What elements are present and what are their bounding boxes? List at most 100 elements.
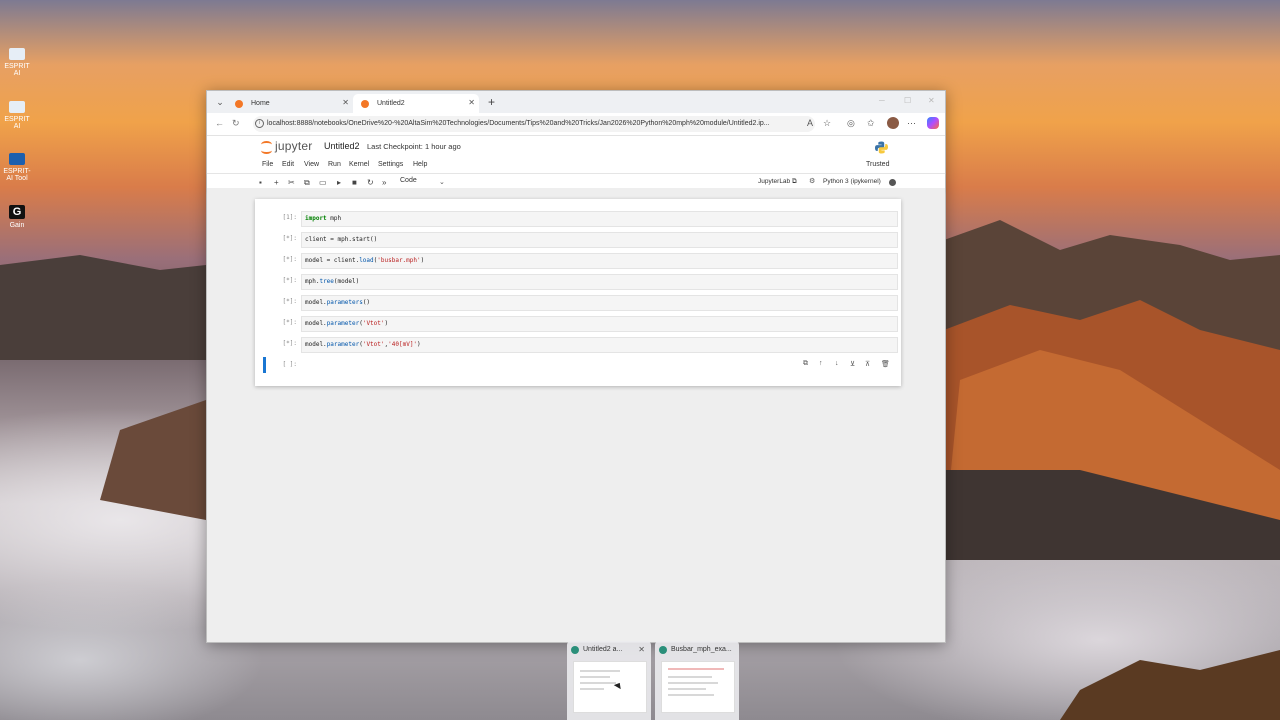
profile-avatar[interactable] <box>887 117 899 129</box>
more-menu-icon[interactable]: ⋯ <box>907 118 916 129</box>
app-icon <box>9 48 25 60</box>
string-literal: 'busbar.mph' <box>377 257 421 264</box>
site-info-icon[interactable]: i <box>255 119 264 128</box>
menu-settings[interactable]: Settings <box>378 161 403 168</box>
jupyter-menubar: File Edit View Run Kernel Settings Help … <box>207 158 945 174</box>
insert-cell-icon[interactable]: + <box>274 177 279 188</box>
new-tab-button[interactable]: + <box>488 95 495 109</box>
restart-run-all-icon[interactable]: » <box>382 177 386 188</box>
cell-editor[interactable]: model.parameter('Vtot') <box>301 316 898 332</box>
taskbar-preview-untitled2[interactable]: Untitled2 a... ✕ <box>567 641 651 720</box>
kernel-settings-icon[interactable]: ⚙ <box>809 177 815 185</box>
kernel-busy-indicator-icon <box>889 179 896 186</box>
menu-edit[interactable]: Edit <box>282 161 294 168</box>
code-cell[interactable]: [*]: model = client.load('busbar.mph') <box>255 252 901 269</box>
code-cell[interactable]: [*]: mph.tree(model) <box>255 273 901 290</box>
cell-editor[interactable]: client = mph.start() <box>301 232 898 248</box>
duplicate-cell-icon[interactable]: ⧉ <box>803 360 808 368</box>
method-name: parameters <box>326 299 363 306</box>
insert-above-icon[interactable]: ⊻ <box>850 360 855 368</box>
jupyter-brand[interactable]: jupyter <box>275 139 312 153</box>
close-tab-icon[interactable]: ✕ <box>468 98 475 107</box>
code-cell[interactable]: [*]: model.parameter('Vtot','40[mV]') <box>255 336 901 353</box>
close-tab-icon[interactable]: ✕ <box>342 98 349 107</box>
favorites-icon[interactable]: ✩ <box>867 118 875 129</box>
close-preview-icon[interactable]: ✕ <box>638 645 645 654</box>
maximize-icon[interactable]: ☐ <box>904 96 911 105</box>
keyword: import <box>305 215 327 222</box>
tab-untitled2[interactable]: Untitled2 ✕ <box>353 94 479 113</box>
cut-icon[interactable]: ✂ <box>288 177 295 188</box>
refresh-icon[interactable]: ↻ <box>232 118 240 129</box>
run-icon[interactable]: ▸ <box>337 177 341 188</box>
method-name: parameter <box>326 341 360 348</box>
thumbnail-line <box>668 688 706 690</box>
desktop-icon-2[interactable]: ESPRIT AI <box>2 101 32 130</box>
read-aloud-icon[interactable]: A <box>807 118 813 128</box>
cell-editor[interactable]: import mph <box>301 211 898 227</box>
active-code-cell[interactable]: [ ]: ⧉ ↑ ↓ ⊻ ⊼ 🗑 <box>255 357 901 374</box>
trusted-indicator[interactable]: Trusted <box>866 161 889 168</box>
menu-view[interactable]: View <box>304 161 319 168</box>
active-cell-indicator <box>263 357 266 373</box>
tab-home[interactable]: Home ✕ <box>227 94 353 113</box>
tab-bar: ⌄ Home ✕ Untitled2 ✕ + ─ ☐ ✕ <box>207 91 945 113</box>
method-name: load <box>359 257 374 264</box>
code-cell[interactable]: [*]: model.parameter('Vtot') <box>255 315 901 332</box>
tab-actions-chevron-icon[interactable]: ⌄ <box>213 95 227 109</box>
desktop-icon-1[interactable]: ESPRIT AI <box>2 48 32 77</box>
code-cell[interactable]: [1]: import mph <box>255 210 901 227</box>
interrupt-icon[interactable]: ■ <box>352 177 357 188</box>
cell-editor[interactable] <box>301 358 898 374</box>
tab-label: Home <box>251 100 270 107</box>
string-literal: '40[mV]' <box>388 341 418 348</box>
copilot-icon[interactable] <box>927 117 939 129</box>
edge-icon <box>571 646 579 654</box>
thumbnail-line <box>580 682 616 684</box>
cell-type-select[interactable]: Code <box>400 177 417 184</box>
cell-editor[interactable]: model.parameter('Vtot','40[mV]') <box>301 337 898 353</box>
copy-icon[interactable]: ⧉ <box>304 177 310 188</box>
cell-editor[interactable]: model = client.load('busbar.mph') <box>301 253 898 269</box>
minimize-icon[interactable]: ─ <box>879 96 885 105</box>
desktop-icon-label: ESPRIT-AI Tool <box>3 168 31 182</box>
save-icon[interactable]: ▪ <box>259 177 262 188</box>
move-up-icon[interactable]: ↑ <box>819 360 823 367</box>
tab-label: Untitled2 <box>377 100 405 107</box>
edge-icon <box>659 646 667 654</box>
delete-cell-icon[interactable]: 🗑 <box>881 360 890 368</box>
close-window-icon[interactable]: ✕ <box>928 96 935 105</box>
cell-editor[interactable]: model.parameters() <box>301 295 898 311</box>
desktop-icon-3[interactable]: ESPRIT-AI Tool <box>2 153 32 182</box>
taskbar-preview-busbar[interactable]: Busbar_mph_exa... <box>655 641 739 720</box>
cell-prompt: [*]: <box>282 340 297 347</box>
menu-help[interactable]: Help <box>413 161 427 168</box>
cell-editor[interactable]: mph.tree(model) <box>301 274 898 290</box>
extension-icon[interactable]: ◎ <box>847 118 855 129</box>
code-cell[interactable]: [*]: client = mph.start() <box>255 231 901 248</box>
url-field[interactable]: localhost:8888/notebooks/OneDrive%20-%20… <box>253 116 815 132</box>
paste-icon[interactable]: ▭ <box>319 177 327 188</box>
g-app-icon: G <box>9 205 25 219</box>
desktop-icon-4[interactable]: G Gain <box>2 205 32 229</box>
insert-below-icon[interactable]: ⊼ <box>865 360 870 368</box>
kernel-name[interactable]: Python 3 (ipykernel) <box>823 178 881 185</box>
notebook-area: [1]: import mph [*]: client = mph.start(… <box>207 188 945 642</box>
move-down-icon[interactable]: ↓ <box>835 360 839 367</box>
chevron-down-icon[interactable]: ⌄ <box>439 178 445 186</box>
menu-run[interactable]: Run <box>328 161 341 168</box>
cell-prompt: [1]: <box>282 214 297 221</box>
jupyter-favicon-icon <box>235 99 243 108</box>
menu-file[interactable]: File <box>262 161 273 168</box>
menu-kernel[interactable]: Kernel <box>349 161 369 168</box>
desktop-icon-label: ESPRIT AI <box>4 63 30 77</box>
notebook-title[interactable]: Untitled2 <box>324 141 360 151</box>
code-cell[interactable]: [*]: model.parameters() <box>255 294 901 311</box>
thumbnail-line <box>668 682 718 684</box>
jupyterlab-link[interactable]: JupyterLab ⧉ <box>758 178 797 186</box>
favorite-star-icon[interactable]: ☆ <box>823 118 831 129</box>
back-icon[interactable]: ← <box>215 118 224 128</box>
browser-window: ⌄ Home ✕ Untitled2 ✕ + ─ ☐ ✕ ← ↻ localho… <box>206 90 946 643</box>
python-logo-icon <box>875 141 888 154</box>
restart-icon[interactable]: ↻ <box>367 177 374 188</box>
